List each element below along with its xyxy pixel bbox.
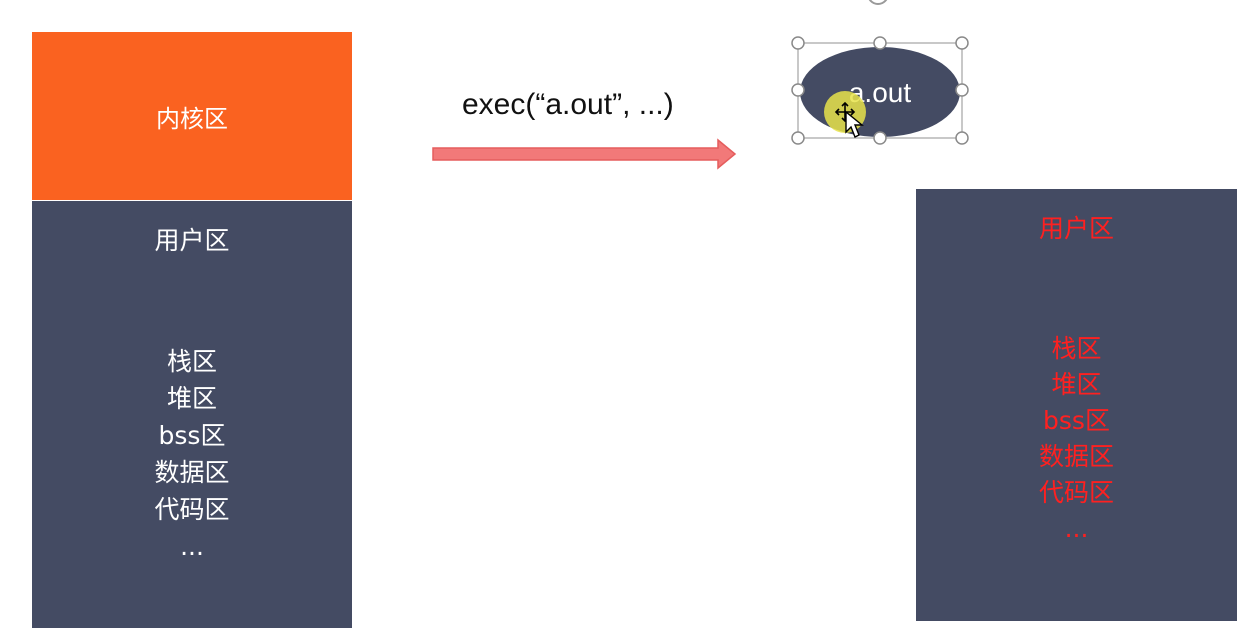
rotate-handle-icon[interactable] bbox=[868, 0, 888, 5]
segment-data: 数据区 bbox=[154, 458, 230, 487]
kernel-space-label: 内核区 bbox=[156, 104, 228, 133]
new-segment-stack: 栈区 bbox=[1051, 334, 1102, 363]
new-segment-bss: bss区 bbox=[1043, 406, 1110, 435]
resize-handle-left[interactable] bbox=[791, 83, 805, 97]
kernel-space-block: 内核区 bbox=[32, 32, 352, 200]
segment-bss: bss区 bbox=[158, 421, 226, 450]
resize-handle-top[interactable] bbox=[873, 36, 887, 50]
new-segment-ellipsis: ... bbox=[1064, 514, 1089, 543]
resize-handle-bottom-right[interactable] bbox=[955, 131, 969, 145]
new-segment-heap: 堆区 bbox=[1051, 370, 1102, 399]
user-space-label: 用户区 bbox=[154, 226, 230, 255]
segment-list: 栈区 堆区 bss区 数据区 代码区 ... bbox=[32, 343, 352, 565]
resize-handle-top-right[interactable] bbox=[955, 36, 969, 50]
new-user-space-block: 用户区 栈区 堆区 bss区 数据区 代码区 ... bbox=[916, 189, 1237, 621]
right-arrow bbox=[432, 138, 737, 170]
resize-handle-bottom[interactable] bbox=[873, 131, 887, 145]
segment-code: 代码区 bbox=[154, 495, 230, 524]
new-segment-list: 栈区 堆区 bss区 数据区 代码区 ... bbox=[916, 331, 1237, 547]
program-shape[interactable]: a.out bbox=[790, 0, 974, 150]
exec-call-label: exec(“a.out”, ...) bbox=[462, 88, 674, 121]
program-shape-graphic: a.out bbox=[791, 0, 969, 145]
new-user-space-label: 用户区 bbox=[1038, 214, 1114, 243]
resize-handle-bottom-left[interactable] bbox=[791, 131, 805, 145]
resize-handle-top-left[interactable] bbox=[791, 36, 805, 50]
resize-handle-right[interactable] bbox=[955, 83, 969, 97]
segment-stack: 栈区 bbox=[166, 347, 217, 376]
user-space-block: 用户区 栈区 堆区 bss区 数据区 代码区 ... bbox=[32, 201, 352, 628]
segment-ellipsis: ... bbox=[180, 532, 204, 561]
segment-heap: 堆区 bbox=[166, 384, 217, 413]
new-segment-code: 代码区 bbox=[1038, 478, 1114, 507]
new-segment-data: 数据区 bbox=[1038, 442, 1114, 471]
